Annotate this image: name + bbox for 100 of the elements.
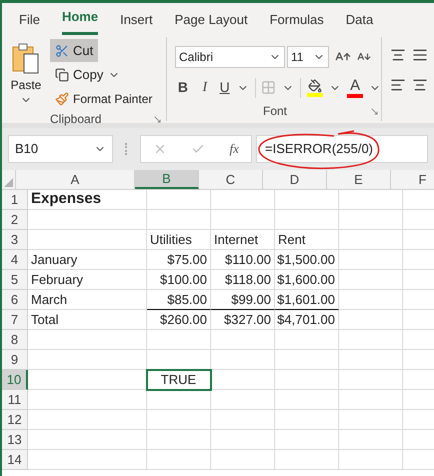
formula-field[interactable]: =ISERROR(255/0)	[256, 135, 428, 163]
empty-cell	[211, 330, 275, 350]
empty-cell	[211, 210, 275, 230]
table-cell: January	[28, 250, 147, 270]
row-header[interactable]: 5	[2, 270, 28, 290]
ribbon-tab[interactable]: Insert	[120, 10, 153, 35]
empty-cell	[339, 370, 403, 390]
ribbon-tab[interactable]: Formulas	[270, 10, 324, 35]
empty-cell	[211, 450, 275, 470]
empty-cell	[275, 330, 339, 350]
cut-button[interactable]: Cut	[50, 39, 98, 62]
table-cell: March	[28, 290, 147, 310]
row-header[interactable]: 10	[2, 370, 28, 390]
splitter-dots-icon[interactable]	[125, 143, 128, 155]
empty-cell	[339, 450, 403, 470]
format-painter-button[interactable]: Format Painter	[50, 87, 158, 110]
bold-button[interactable]: B	[175, 77, 191, 98]
empty-cell	[339, 270, 403, 290]
empty-cell	[147, 450, 211, 470]
empty-cell	[147, 330, 211, 350]
align-left-icon[interactable]	[390, 77, 406, 93]
fill-color-button[interactable]	[307, 78, 324, 96]
row-header[interactable]: 11	[2, 390, 28, 410]
italic-button[interactable]: I	[196, 77, 213, 98]
align-top-icon[interactable]	[390, 47, 406, 63]
align-center-icon[interactable]	[412, 77, 428, 93]
empty-cell	[147, 410, 211, 430]
row-header[interactable]: 6	[2, 290, 28, 310]
copy-button[interactable]: Copy	[50, 63, 108, 86]
empty-cell	[339, 410, 403, 430]
row-header[interactable]: 12	[2, 410, 28, 430]
table-cell: $1,600.00	[275, 270, 339, 290]
empty-cell	[275, 410, 339, 430]
empty-cell	[147, 390, 211, 410]
empty-cell	[275, 430, 339, 450]
empty-cell	[275, 370, 339, 390]
table-cell: Internet	[211, 230, 275, 250]
empty-cell	[339, 230, 403, 250]
empty-cell	[275, 350, 339, 370]
dialog-launcher-icon[interactable]	[370, 106, 379, 116]
copy-icon	[55, 68, 69, 82]
empty-cell	[275, 450, 339, 470]
ribbon-tab[interactable]: File	[19, 10, 40, 35]
row-header[interactable]: 2	[2, 210, 28, 230]
table-cell: $99.00	[211, 290, 275, 310]
empty-cell	[211, 410, 275, 430]
font-color-swatch	[347, 94, 364, 98]
empty-cell	[339, 390, 403, 410]
ribbon-tab[interactable]: Page Layout	[174, 10, 248, 35]
column-header[interactable]: E	[327, 170, 391, 189]
table-cell: Total	[28, 310, 147, 330]
table-cell: $1,601.00	[275, 290, 339, 310]
font-size-field[interactable]: 11	[287, 46, 329, 68]
table-cell: $1,500.00	[275, 250, 339, 270]
underline-button[interactable]: U	[218, 77, 231, 98]
table-cell: $118.00	[211, 270, 275, 290]
name-box[interactable]: B10	[8, 135, 113, 163]
row-header[interactable]: 7	[2, 310, 28, 330]
empty-cell	[339, 330, 403, 350]
empty-cell	[147, 430, 211, 450]
column-header[interactable]: C	[199, 170, 263, 189]
dialog-launcher-icon[interactable]	[153, 114, 162, 124]
row-header[interactable]: 3	[2, 230, 28, 250]
column-header[interactable]: B	[135, 170, 199, 189]
clipboard-icon	[11, 42, 41, 74]
row-header[interactable]: 4	[2, 250, 28, 270]
table-cell: Utilities	[147, 230, 211, 250]
table-cell: February	[28, 270, 147, 290]
fill-color-swatch	[307, 92, 324, 96]
scissors-icon	[55, 44, 69, 58]
insert-function-button[interactable]: fx	[230, 139, 239, 159]
row-header[interactable]: 9	[2, 350, 28, 370]
column-header[interactable]: D	[263, 170, 327, 189]
paint-bucket-icon	[308, 78, 322, 92]
row-header[interactable]: 1	[2, 190, 28, 210]
empty-cell	[211, 390, 275, 410]
table-cell: $100.00	[147, 270, 211, 290]
empty-cell	[339, 430, 403, 450]
row-header[interactable]: 8	[2, 330, 28, 350]
selected-cell: TRUE	[147, 370, 211, 390]
group-label: Font	[263, 103, 288, 120]
row-header[interactable]: 14	[2, 450, 28, 470]
empty-cell	[339, 350, 403, 370]
empty-cell	[275, 390, 339, 410]
empty-cell	[339, 290, 403, 310]
column-header[interactable]: F	[391, 170, 434, 189]
empty-cell	[339, 210, 403, 230]
font-name-field[interactable]: Calibri	[175, 46, 285, 68]
font-color-button[interactable]: A	[347, 78, 364, 98]
paste-button[interactable]: Paste	[2, 39, 50, 110]
table-cell: $327.00	[211, 310, 275, 330]
empty-cell	[147, 210, 211, 230]
paintbrush-icon	[55, 92, 69, 106]
row-header[interactable]: 13	[2, 430, 28, 450]
table-cell: $85.00	[147, 290, 211, 310]
group-label: Clipboard	[50, 111, 102, 128]
empty-cell	[339, 250, 403, 270]
ribbon-tab[interactable]: Data	[346, 10, 374, 35]
table-cell: $110.00	[211, 250, 275, 270]
align-middle-icon[interactable]	[412, 47, 428, 63]
